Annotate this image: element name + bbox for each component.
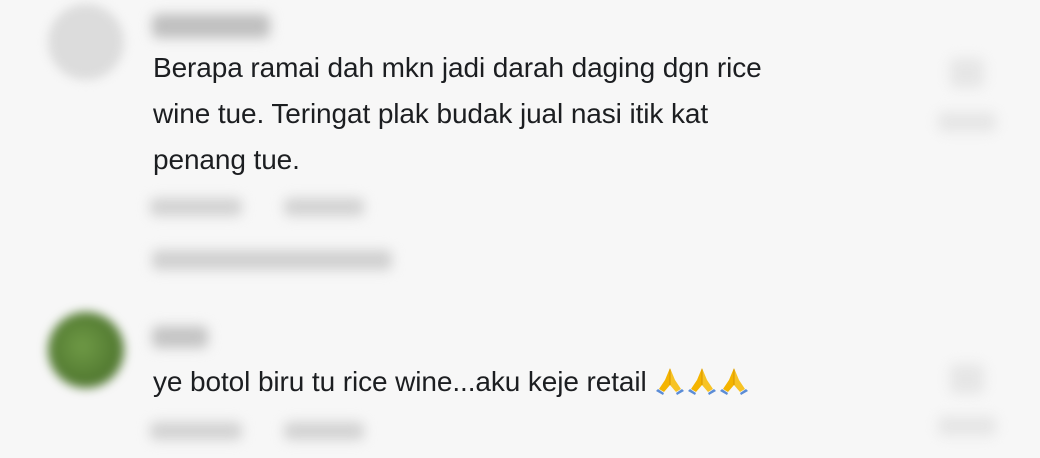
avatar[interactable] — [48, 4, 124, 80]
emoji-group — [655, 365, 749, 395]
reaction-count-blurred — [938, 416, 996, 436]
reply-link-blurred[interactable] — [284, 198, 364, 216]
comment-text-line: ye botol biru tu rice wine...aku keje re… — [153, 366, 647, 397]
comment-text-line: wine tue. Teringat plak budak jual nasi … — [153, 98, 709, 129]
comment-text: Berapa ramai dah mkn jadi darah daging d… — [153, 45, 913, 183]
folded-hands-icon — [687, 368, 716, 395]
comment-text-line: penang tue. — [153, 144, 300, 175]
comment-text: ye botol biru tu rice wine...aku keje re… — [153, 359, 913, 405]
avatar[interactable] — [48, 312, 124, 388]
comment-2: ye botol biru tu rice wine...aku keje re… — [0, 290, 1040, 458]
view-replies-link-blurred[interactable] — [152, 250, 392, 270]
commenter-name-blurred[interactable] — [152, 326, 208, 348]
folded-hands-icon — [655, 368, 684, 395]
folded-hands-icon — [719, 368, 748, 395]
reaction-count-blurred — [938, 112, 996, 132]
like-link-blurred[interactable] — [150, 198, 242, 216]
commenter-name-blurred[interactable] — [152, 14, 270, 38]
options-icon-blurred[interactable] — [950, 58, 984, 88]
comment-text-line: Berapa ramai dah mkn jadi darah daging d… — [153, 52, 762, 83]
reply-link-blurred[interactable] — [284, 422, 364, 440]
like-link-blurred[interactable] — [150, 422, 242, 440]
comment-1: Berapa ramai dah mkn jadi darah daging d… — [0, 0, 1040, 290]
options-icon-blurred[interactable] — [950, 364, 984, 394]
